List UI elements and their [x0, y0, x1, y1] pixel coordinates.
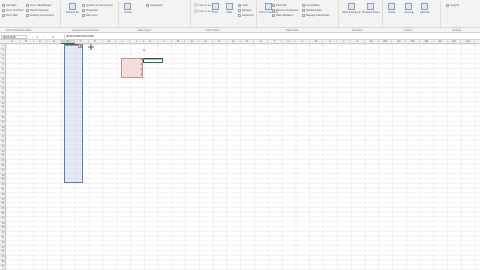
queries-icon [82, 3, 85, 7]
group-label-forecast: Forecast [352, 28, 363, 32]
cell-e1[interactable]: ab0123456 [65, 44, 78, 49]
geography-button[interactable]: Geography [146, 3, 163, 7]
validation-icon [272, 13, 275, 17]
ribbon-separator [60, 1, 61, 27]
clear-icon [238, 3, 241, 7]
group-label-sort-filter: Sort & Filter [206, 28, 220, 32]
refresh-icon [68, 3, 76, 10]
link-icon [26, 13, 29, 17]
get-data-button[interactable]: Get Data [2, 3, 16, 7]
clear-filter-button[interactable]: Clear [238, 3, 248, 7]
consolidate-icon [302, 3, 305, 7]
ungroup-icon [405, 3, 413, 10]
columns-icon [264, 3, 272, 10]
remove-duplicates-icon [272, 8, 275, 12]
solver-icon [446, 3, 449, 7]
flash-fill-icon [272, 3, 275, 7]
what-if-icon [347, 3, 355, 10]
name-box-dropdown-icon[interactable]: ⋮ [31, 35, 34, 39]
sort-a-z-button[interactable]: Sort A to Z [194, 3, 213, 8]
flash-fill-button[interactable]: Flash Fill [272, 3, 286, 7]
ribbon: Get Data From Text/CSV From Web From Tab… [0, 0, 480, 28]
ribbon-group-labels: Get & Transform Data Queries & Connectio… [0, 28, 480, 33]
group-label-analyze: Analyze [452, 28, 462, 32]
data-model-icon [302, 13, 305, 17]
ribbon-separator [338, 1, 339, 27]
forecast-sheet-button[interactable]: Forecast Sheet [362, 3, 380, 14]
cell-i1[interactable]: 0 [143, 49, 144, 54]
sort-asc-icon [194, 3, 198, 8]
group-label-get-transform: Get & Transform Data [6, 28, 32, 32]
globe-icon [146, 3, 149, 7]
existing-connections-button[interactable]: Existing Connections [26, 13, 54, 17]
ribbon-separator [256, 1, 257, 27]
what-if-button[interactable]: What-If Analysis [342, 3, 361, 14]
cell-i3[interactable]: ab0123456780 [144, 58, 161, 63]
from-web-button[interactable]: From Web [2, 13, 18, 17]
worksheet[interactable]: A B C D E F G H I J K L M N O P Q R S T U V W X Y Z AA AB AC AD AE AF AG… [0, 40, 480, 270]
advanced-icon [238, 13, 241, 17]
red-cell-value[interactable]: 4 [141, 73, 142, 78]
ribbon-separator [440, 1, 441, 27]
advanced-filter-button[interactable]: Advanced [238, 13, 254, 17]
ungroup-button[interactable]: Ungroup [404, 3, 414, 14]
refresh-all-button[interactable]: Refresh All [66, 3, 79, 14]
sort-z-a-button[interactable]: Sort Z to A [194, 9, 213, 14]
queries-connections-button[interactable]: Queries & Connections [82, 3, 113, 7]
forecast-icon [367, 3, 375, 10]
clock-icon [26, 8, 29, 12]
highlighted-range[interactable] [120, 58, 143, 78]
database-icon [2, 3, 5, 7]
cursor-icon [88, 44, 95, 51]
relationships-icon [302, 8, 305, 12]
ribbon-separator [190, 1, 191, 27]
group-label-queries: Queries & Connections [72, 28, 99, 32]
edit-links-button[interactable]: Edit Links [82, 13, 97, 17]
recent-sources-button[interactable]: Recent Sources [26, 8, 48, 12]
column-e-cell[interactable]: · [80, 178, 81, 183]
name-box[interactable]: ab012345 [1, 35, 27, 39]
consolidate-button[interactable]: Consolidate [302, 3, 320, 7]
properties-button[interactable]: Properties [82, 8, 98, 12]
ribbon-separator [382, 1, 383, 27]
formula-input[interactable]: ab0123456780123456 [64, 34, 474, 39]
subtotal-icon [421, 3, 429, 10]
group-button[interactable]: Group [388, 3, 395, 14]
data-validation-button[interactable]: Data Validation [272, 13, 293, 17]
group-label-outline: Outline [404, 28, 413, 32]
sort-desc-icon [194, 9, 198, 14]
edit-links-icon [82, 13, 85, 17]
group-label-data-tools: Data Tools [286, 28, 299, 32]
from-table-button[interactable]: From Table/Range [26, 3, 51, 7]
filter-dropdown-icon[interactable]: ▾ [78, 44, 83, 49]
remove-duplicates-button[interactable]: Remove Duplicates [272, 8, 299, 12]
table-icon [26, 3, 29, 7]
sort-button[interactable]: Sort [212, 3, 219, 14]
web-icon [2, 13, 5, 17]
manage-data-model-button[interactable]: Manage Data Model [302, 13, 329, 17]
funnel-icon [226, 3, 233, 10]
group-icon [388, 3, 396, 10]
text-file-icon [2, 8, 5, 12]
formula-cancel-confirm-buttons[interactable]: ✕ ✓ [36, 35, 48, 39]
relationships-button[interactable]: Relationships [302, 8, 322, 12]
reapply-button[interactable]: Reapply [238, 8, 252, 12]
reapply-icon [238, 8, 241, 12]
stocks-button[interactable]: Stocks [124, 3, 132, 14]
properties-icon [82, 8, 85, 12]
analyze-button[interactable]: Analyze [446, 3, 459, 7]
sort-icon [212, 3, 219, 10]
filter-button[interactable]: Filter [226, 3, 233, 14]
ribbon-separator [118, 1, 119, 27]
from-text-button[interactable]: From Text/CSV [2, 8, 24, 12]
group-label-data-types: Data Types [138, 28, 152, 32]
stocks-icon [124, 3, 132, 10]
insert-function-button[interactable]: fx [52, 35, 54, 39]
subtotal-button[interactable]: Subtotal [420, 3, 430, 14]
